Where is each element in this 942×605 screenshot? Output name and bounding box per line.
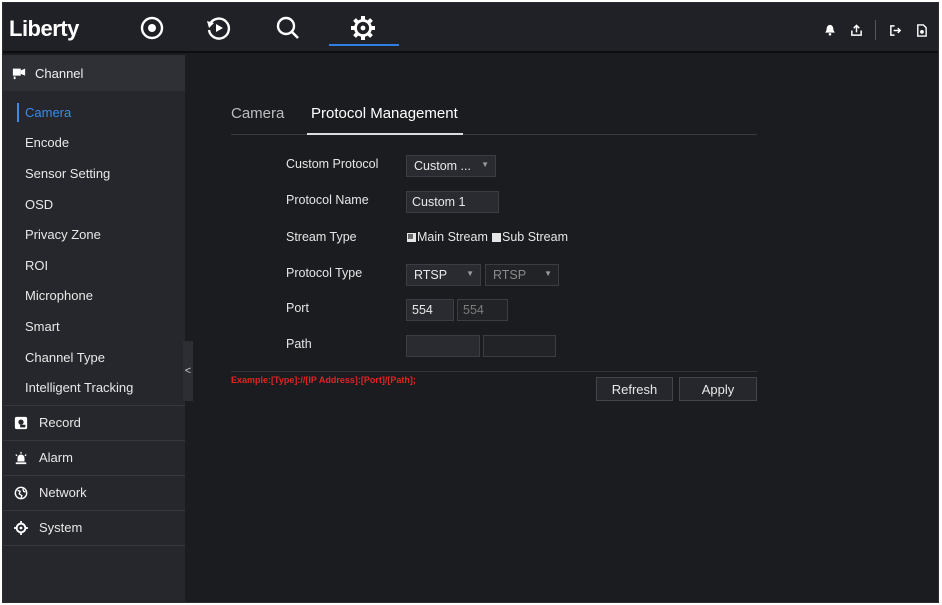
info-file-icon[interactable] [914, 23, 928, 37]
sub-stream-label: Sub Stream [502, 230, 569, 244]
main-protocol-type-value: RTSP [414, 268, 448, 282]
sidebar-item-privacy-zone[interactable]: Privacy Zone [3, 219, 185, 250]
sub-path-input [483, 335, 556, 357]
sub-stream-checkbox[interactable]: Sub Stream [492, 230, 568, 244]
record-icon [13, 415, 29, 431]
sidebar-item-microphone[interactable]: Microphone [3, 281, 185, 312]
url-example-hint: Example:[Type]://[IP Address]:[Port]/[Pa… [231, 375, 416, 385]
port-label: Port [286, 301, 309, 315]
sidebar-collapse-handle[interactable]: < [183, 341, 193, 401]
form-divider [231, 371, 757, 372]
active-tab-indicator [307, 133, 463, 135]
chevron-down-icon: ▼ [466, 269, 474, 278]
sidebar-item-label: Alarm [39, 450, 73, 466]
sub-protocol-type-value: RTSP [493, 268, 527, 282]
sidebar-item-osd[interactable]: OSD [3, 189, 185, 220]
stream-type-label: Stream Type [286, 230, 357, 244]
live-view-icon[interactable] [137, 13, 167, 43]
sub-port-input: 554 [457, 299, 508, 321]
main-stream-checkbox[interactable]: Main Stream [407, 230, 488, 244]
custom-protocol-select[interactable]: Custom ... ▼ [406, 155, 496, 177]
export-icon[interactable] [849, 23, 863, 37]
active-nav-indicator [329, 44, 399, 46]
sidebar-item-encode[interactable]: Encode [3, 128, 185, 159]
sidebar-item-system[interactable]: System [3, 511, 185, 546]
sidebar-item-label: Channel [35, 65, 84, 81]
sidebar-item-camera[interactable]: Camera [3, 97, 185, 128]
playback-icon[interactable] [203, 13, 233, 43]
channel-submenu: Camera Encode Sensor Setting OSD Privacy… [3, 91, 185, 406]
chevron-down-icon: ▼ [544, 269, 552, 278]
settings-icon[interactable] [348, 13, 378, 43]
sidebar-item-sensor-setting[interactable]: Sensor Setting [3, 158, 185, 189]
protocol-name-label: Protocol Name [286, 193, 369, 207]
alarm-icon [13, 450, 29, 466]
sidebar-item-smart[interactable]: Smart [3, 311, 185, 342]
main-panel: Camera Protocol Management Custom Protoc… [193, 55, 938, 602]
top-right-toolbar [823, 20, 928, 40]
sidebar-item-record[interactable]: Record [3, 406, 185, 441]
main-port-input[interactable]: 554 [406, 299, 454, 321]
main-protocol-type-select[interactable]: RTSP ▼ [406, 264, 481, 286]
checkbox-icon [492, 232, 501, 242]
refresh-button[interactable]: Refresh [596, 377, 673, 401]
sidebar-item-channel[interactable]: Channel [3, 55, 185, 91]
path-label: Path [286, 337, 312, 351]
sidebar-item-label: Network [39, 485, 87, 501]
sidebar-item-network[interactable]: Network [3, 476, 185, 511]
apply-button[interactable]: Apply [679, 377, 757, 401]
logout-icon[interactable] [888, 23, 902, 37]
sidebar-item-channel-type[interactable]: Channel Type [3, 342, 185, 373]
toolbar-divider [875, 20, 876, 40]
channel-icon [11, 65, 27, 81]
search-icon[interactable] [273, 13, 303, 43]
custom-protocol-value: Custom ... [414, 159, 471, 173]
protocol-name-input[interactable]: Custom 1 [406, 191, 499, 213]
tab-camera[interactable]: Camera [231, 105, 284, 122]
main-stream-label: Main Stream [417, 230, 488, 244]
chevron-down-icon: ▼ [481, 160, 489, 169]
custom-protocol-label: Custom Protocol [286, 157, 379, 171]
tab-bar: Camera Protocol Management [231, 105, 757, 135]
sidebar-item-label: System [39, 520, 83, 536]
sidebar-item-roi[interactable]: ROI [3, 250, 185, 281]
sidebar-item-intelligent-tracking[interactable]: Intelligent Tracking [3, 372, 185, 403]
tab-protocol-management[interactable]: Protocol Management [311, 105, 458, 122]
main-path-input[interactable] [406, 335, 480, 357]
protocol-type-label: Protocol Type [286, 266, 363, 280]
brand-logo: Liberty [9, 16, 79, 41]
top-bar: Liberty [3, 3, 938, 53]
system-icon [13, 520, 29, 536]
app-window: Liberty Channel Camera Encode Sensor Set… [2, 2, 939, 603]
sidebar: Channel Camera Encode Sensor Setting OSD… [3, 55, 185, 602]
sub-protocol-type-select: RTSP ▼ [485, 264, 559, 286]
checkbox-checked-icon [407, 232, 416, 242]
bell-icon[interactable] [823, 23, 837, 37]
sidebar-item-alarm[interactable]: Alarm [3, 441, 185, 476]
network-icon [13, 485, 29, 501]
sidebar-item-label: Record [39, 415, 81, 431]
